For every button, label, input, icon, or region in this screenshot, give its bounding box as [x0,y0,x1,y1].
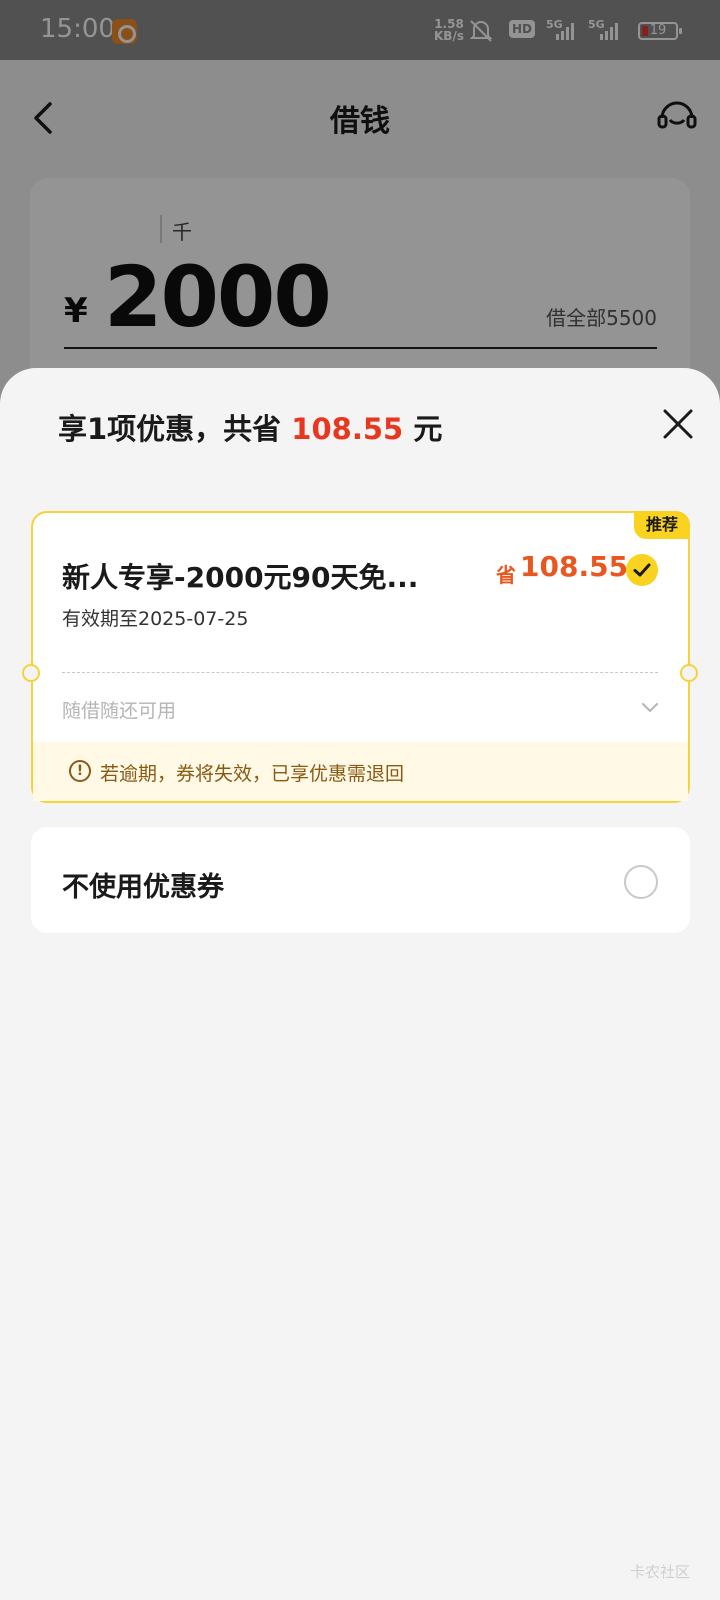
coupon-usage: 随借随还可用 [62,700,177,722]
sheet-title-amount: 108.55 [291,412,404,446]
sheet-title-prefix: 享1项优惠，共省 [58,412,282,446]
coupon-name: 新人专享-2000元90天免... [62,561,419,594]
warning-icon: ! [69,760,91,782]
sheet-title: 享1项优惠，共省 108.55 元 [58,406,442,448]
coupon-validity: 有效期至2025-07-25 [62,608,249,630]
no-coupon-label: 不使用优惠券 [62,872,224,903]
save-amount: 108.55 [520,550,629,583]
recommend-badge: 推荐 [634,511,690,539]
coupon-notch-left [22,664,40,682]
chevron-down-icon[interactable] [640,700,660,714]
watermark: 卡农社区 [630,1563,691,1581]
radio-unchecked-icon[interactable] [624,865,658,899]
close-icon[interactable] [660,406,696,442]
coupon-divider [62,672,658,673]
warning-text: 若逾期，券将失效，已享优惠需退回 [100,763,405,785]
coupon-notch-right [680,664,698,682]
save-prefix: 省 [496,563,516,587]
checkmark-icon[interactable] [626,554,658,586]
sheet-title-suffix: 元 [413,412,443,446]
